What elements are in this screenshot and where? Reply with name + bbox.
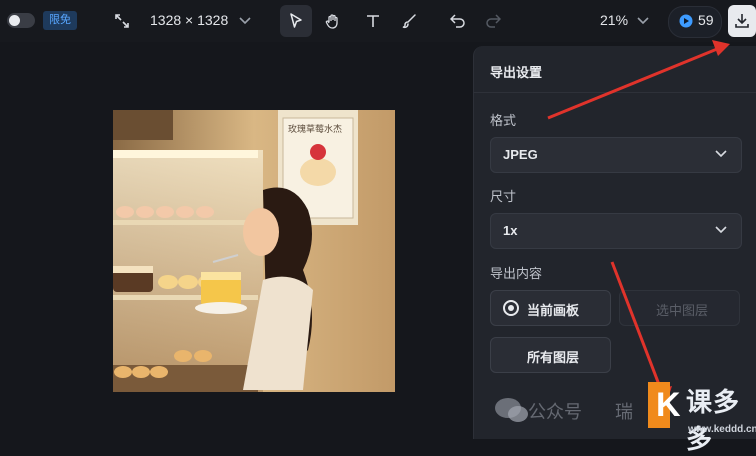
wechat-icon [495, 398, 528, 422]
logo-k-letter: K [656, 386, 681, 424]
wechat-text: 公众号 [528, 402, 582, 422]
watermark: 公众号 瑞 K 课多多 www.keddd.cn [480, 372, 756, 454]
logo-text: 课多多 [686, 387, 741, 454]
brand-text: 瑞 [615, 402, 633, 422]
logo-url: www.keddd.cn [688, 424, 756, 435]
